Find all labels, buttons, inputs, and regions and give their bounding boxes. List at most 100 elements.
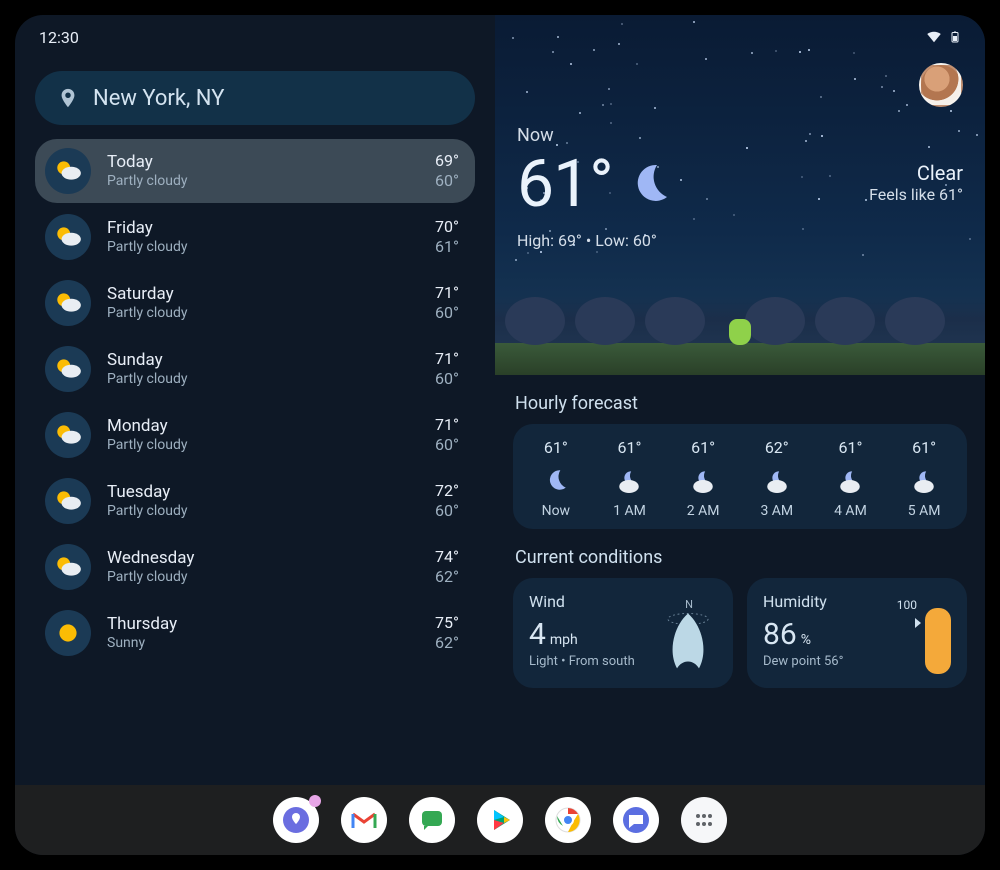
chat-icon [418, 806, 446, 834]
chrome-icon [554, 806, 582, 834]
humidity-title: Humidity [763, 592, 951, 611]
wind-card[interactable]: Wind 4 mph Light • From south N [513, 578, 733, 688]
hour-2am[interactable]: 61° 2 AM [671, 438, 735, 519]
dock-app-drawer[interactable] [681, 797, 727, 843]
hour-label: 5 AM [892, 503, 956, 519]
day-high: 69° [435, 151, 459, 171]
hour-now[interactable]: 61° Now [524, 438, 588, 519]
day-high: 71° [435, 283, 459, 303]
day-condition: Partly cloudy [107, 503, 419, 520]
day-low: 60° [435, 435, 459, 455]
hour-label: 3 AM [745, 503, 809, 519]
forecast-list-pane: New York, NY Today Partly cloudy 69° 60°… [15, 59, 495, 785]
hour-temp: 61° [524, 438, 588, 457]
day-condition: Partly cloudy [107, 371, 419, 388]
location-name: New York, NY [93, 86, 224, 111]
day-row-saturday[interactable]: Saturday Partly cloudy 71° 60° [35, 271, 475, 335]
day-low: 61° [435, 237, 459, 257]
cloudy-night-icon [597, 465, 661, 495]
humidity-unit: % [801, 632, 811, 648]
humidity-marker-icon [915, 618, 921, 628]
moon-icon [625, 159, 673, 211]
day-list: Today Partly cloudy 69° 60° Friday Partl… [35, 139, 475, 665]
day-row-today[interactable]: Today Partly cloudy 69° 60° [35, 139, 475, 203]
hour-4am[interactable]: 61° 4 AM [818, 438, 882, 519]
day-row-thursday[interactable]: Thursday Sunny 75° 62° [35, 601, 475, 665]
day-low: 62° [435, 633, 459, 653]
partly-cloudy-icon [45, 412, 91, 458]
day-low: 60° [435, 501, 459, 521]
day-high: 71° [435, 415, 459, 435]
partly-cloudy-icon [45, 148, 91, 194]
day-row-wednesday[interactable]: Wednesday Partly cloudy 74° 62° [35, 535, 475, 599]
now-label: Now [517, 125, 673, 146]
day-low: 60° [435, 171, 459, 191]
day-condition: Sunny [107, 635, 419, 652]
dock-play-store[interactable] [477, 797, 523, 843]
day-name: Today [107, 152, 419, 172]
day-name: Thursday [107, 614, 419, 634]
hourly-card[interactable]: 61° Now 61° 1 AM 61° 2 AM 62° 3 AM 61° 4… [513, 424, 967, 529]
conditions-title: Current conditions [515, 547, 965, 568]
humidity-gauge [925, 608, 951, 674]
ground [495, 343, 985, 375]
day-row-monday[interactable]: Monday Partly cloudy 71° 60° [35, 403, 475, 467]
dock-location-app[interactable] [273, 797, 319, 843]
dock-messages[interactable] [613, 797, 659, 843]
humidity-subtitle: Dew point 56° [763, 654, 951, 669]
dock-chat[interactable] [409, 797, 455, 843]
day-condition: Partly cloudy [107, 239, 419, 256]
gmail-icon [350, 806, 378, 834]
partly-cloudy-icon [45, 544, 91, 590]
cloudy-night-icon [745, 465, 809, 495]
cloudy-night-icon [818, 465, 882, 495]
messages-icon [622, 806, 650, 834]
day-high: 71° [435, 349, 459, 369]
day-high: 72° [435, 481, 459, 501]
day-low: 60° [435, 369, 459, 389]
weather-frog [729, 319, 751, 345]
day-low: 62° [435, 567, 459, 587]
day-row-friday[interactable]: Friday Partly cloudy 70° 61° [35, 205, 475, 269]
hour-label: 4 AM [818, 503, 882, 519]
day-condition: Partly cloudy [107, 173, 419, 190]
dock-gmail[interactable] [341, 797, 387, 843]
day-name: Wednesday [107, 548, 419, 568]
taskbar-dock [15, 785, 985, 855]
day-row-tuesday[interactable]: Tuesday Partly cloudy 72° 60° [35, 469, 475, 533]
day-name: Sunday [107, 350, 419, 370]
wifi-icon [925, 28, 943, 46]
day-high: 75° [435, 613, 459, 633]
device-frame: 12:30 New York, NY Today Partly cloudy 6… [15, 15, 985, 855]
location-chip[interactable]: New York, NY [35, 71, 475, 125]
hero-condition: Clear [869, 161, 963, 185]
wind-value: 4 [529, 617, 546, 652]
hour-5am[interactable]: 61° 5 AM [892, 438, 956, 519]
conditions-row: Wind 4 mph Light • From south N Humidity… [513, 578, 967, 688]
hour-3am[interactable]: 62° 3 AM [745, 438, 809, 519]
day-name: Friday [107, 218, 419, 238]
humidity-card[interactable]: Humidity 86 % Dew point 56° 100 [747, 578, 967, 688]
location-pin-icon [57, 87, 79, 109]
wind-unit: mph [550, 632, 578, 648]
hourly-title: Hourly forecast [515, 393, 965, 414]
battery-icon [949, 28, 961, 46]
dock-chrome[interactable] [545, 797, 591, 843]
hero-sky: Now 61° High: 69° • Low: 60° Clear Feels… [495, 15, 985, 375]
hour-1am[interactable]: 61° 1 AM [597, 438, 661, 519]
hour-temp: 61° [597, 438, 661, 457]
app-drawer-icon [690, 806, 718, 834]
profile-avatar[interactable] [919, 63, 963, 107]
location-app-icon [282, 806, 310, 834]
hero-content: Now 61° High: 69° • Low: 60° Clear Feels… [517, 125, 963, 250]
day-name: Tuesday [107, 482, 419, 502]
hour-temp: 61° [671, 438, 735, 457]
play-store-icon [486, 806, 514, 834]
hour-temp: 61° [892, 438, 956, 457]
hero-feels-like: Feels like 61° [869, 185, 963, 204]
day-high: 74° [435, 547, 459, 567]
status-bar: 12:30 [15, 15, 985, 59]
notification-badge [309, 795, 321, 807]
moon-icon [524, 465, 588, 495]
day-row-sunday[interactable]: Sunday Partly cloudy 71° 60° [35, 337, 475, 401]
